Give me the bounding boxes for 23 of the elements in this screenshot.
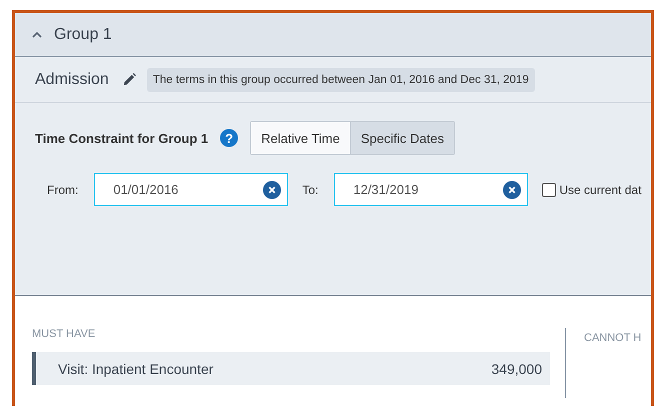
term-row[interactable]: Visit: Inpatient Encounter 349,000 — [32, 352, 550, 385]
group-header[interactable]: Group 1 — [15, 13, 651, 57]
use-current-checkbox[interactable] — [542, 182, 556, 196]
clear-icon[interactable] — [503, 180, 522, 198]
group-name: Admission — [35, 70, 109, 88]
to-label: To: — [302, 182, 318, 196]
from-label: From: — [47, 182, 78, 196]
clear-icon[interactable] — [263, 180, 282, 198]
to-date-field[interactable]: 12/31/2019 — [334, 173, 528, 206]
section-heading: MUST HAVE — [32, 328, 96, 340]
group-title: Group 1 — [54, 26, 112, 44]
mode-toggle[interactable]: Specific Dates — [350, 122, 454, 154]
help-icon[interactable]: ? — [220, 129, 238, 147]
mode-toggle[interactable]: Relative Time — [251, 122, 350, 154]
term-count: 349,000 — [491, 360, 542, 376]
term-name: Visit: Inpatient Encounter — [58, 360, 214, 376]
constraint-label: Time Constraint for Group 1 — [35, 130, 208, 146]
from-date-field[interactable]: 01/01/2016 — [94, 173, 288, 206]
section-heading: CANNOT H — [584, 332, 642, 344]
chevron-icon[interactable] — [32, 32, 42, 38]
pencil-icon[interactable] — [122, 73, 136, 86]
summary-badge: The terms in this group occurred between Jan 01, 2016 and Dec 31, 2019 — [146, 68, 535, 92]
checkbox-label: Use current dat — [559, 182, 642, 196]
